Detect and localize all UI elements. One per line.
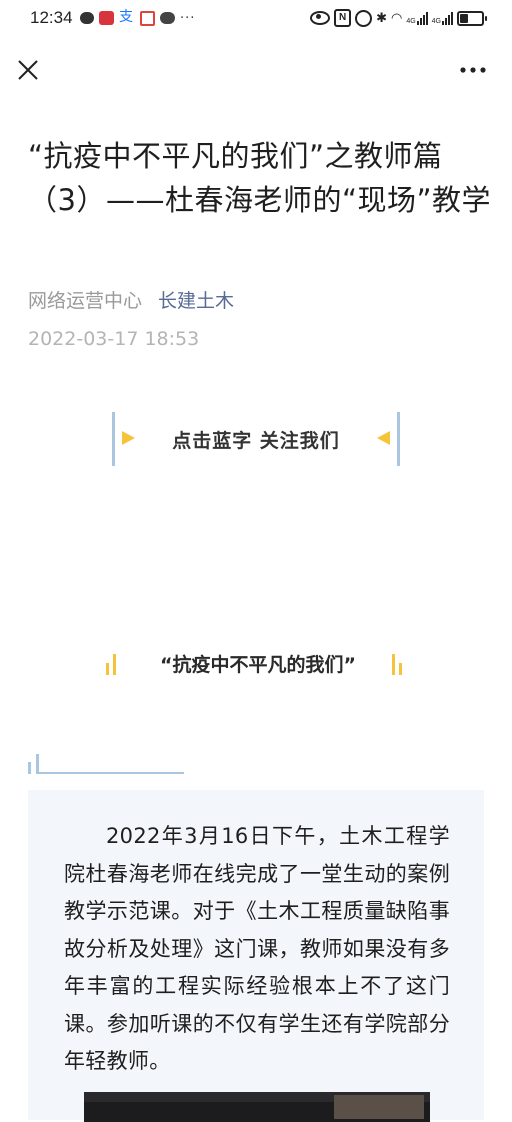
status-bar: 12:34 支 ··· N ✱ ◠ 4G 4G <box>0 0 512 36</box>
network-label: 4G <box>406 17 416 25</box>
account-name-link[interactable]: 长建土木 <box>158 286 234 313</box>
chat-icon <box>80 12 94 24</box>
bars-decoration-icon <box>106 654 116 675</box>
body-paragraph: 2022年3月16日下午，土木工程学院杜春海老师在线完成了一堂生动的案例教学示范… <box>64 824 450 1073</box>
arrow-left-icon <box>377 431 390 445</box>
content-block: 2022年3月16日下午，土木工程学院杜春海老师在线完成了一堂生动的案例教学示范… <box>28 790 484 1122</box>
signal-4g-icon: 4G <box>431 11 453 25</box>
signal-4g-icon: 4G <box>406 11 428 25</box>
article-meta: 网络运营中心 长建土木 <box>28 286 234 313</box>
wifi-icon: ◠ <box>390 10 403 25</box>
underline-decoration <box>28 754 184 774</box>
section-heading-text: “抗疫中不平凡的我们” <box>160 654 356 676</box>
bars-decoration-icon <box>392 654 402 675</box>
battery-icon <box>457 10 487 26</box>
bluetooth-icon: ✱ <box>376 10 387 25</box>
follow-banner: 点击蓝字 关注我们 <box>112 412 400 466</box>
eye-comfort-icon <box>310 11 331 25</box>
alipay-icon: 支 <box>119 9 133 25</box>
close-icon[interactable] <box>16 58 40 82</box>
system-icons: N ✱ ◠ 4G 4G <box>310 9 487 27</box>
article-author: 网络运营中心 <box>28 290 143 312</box>
banner-bar-right <box>397 412 400 466</box>
alarm-icon <box>355 9 373 27</box>
wechat-icon <box>160 12 175 24</box>
publish-date: 2022-03-17 18:53 <box>28 328 200 350</box>
section-heading: “抗疫中不平凡的我们” <box>0 644 512 684</box>
more-icon[interactable] <box>458 60 488 80</box>
notification-icons: 支 ··· <box>80 10 195 26</box>
article-title: “抗疫中不平凡的我们”之教师篇（3）——杜春海老师的“现场”教学 <box>28 139 491 217</box>
network-label: 4G <box>431 17 441 25</box>
app-red-icon <box>99 11 114 25</box>
follow-text: 点击蓝字 关注我们 <box>172 430 340 452</box>
status-time: 12:34 <box>30 8 73 27</box>
redbook-icon <box>140 10 155 26</box>
nfc-icon: N <box>334 9 352 27</box>
image-thumbnail <box>334 1095 424 1119</box>
more-dots-icon: ··· <box>180 10 196 26</box>
embedded-image[interactable] <box>84 1092 430 1122</box>
